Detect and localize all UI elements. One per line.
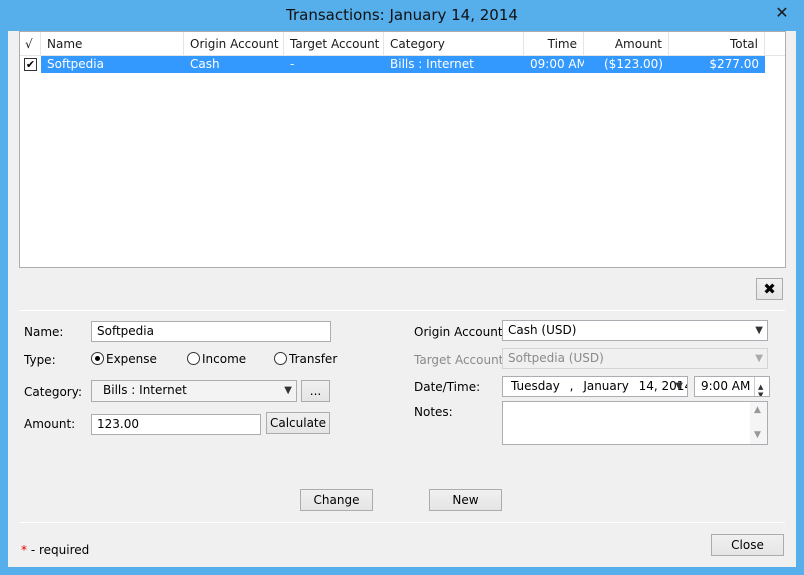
scroll-up-icon[interactable]: ▲ (754, 405, 761, 415)
chevron-down-icon: ▼ (675, 381, 683, 392)
origin-account-value: Cash (USD) (508, 323, 577, 337)
date-weekday: Tuesday (511, 379, 560, 393)
row-amount: ($123.00) (604, 57, 663, 71)
time-value: 9:00 AM (701, 379, 751, 393)
category-value: Bills : Internet (103, 383, 187, 397)
client-area: √ Name Origin Account Target Account Cat… (8, 31, 796, 567)
chevron-down-icon: ▼ (755, 325, 763, 336)
type-label: Type: (24, 353, 56, 367)
category-browse-button[interactable]: ... (301, 380, 330, 402)
column-header-amount[interactable]: Amount (584, 32, 669, 56)
row-target-account: - (290, 57, 295, 71)
date-picker[interactable]: Tuesday , January 14, 2014 ▼ (502, 376, 688, 397)
income-radio[interactable] (187, 352, 200, 365)
name-field[interactable]: Softpedia (91, 321, 331, 342)
divider (19, 522, 785, 523)
column-header-origin-account[interactable]: Origin Account (184, 32, 284, 56)
delete-transaction-button[interactable]: ✖ (756, 278, 783, 300)
notes-field[interactable]: ▲ ▼ (502, 401, 768, 445)
window-close-icon[interactable]: ✕ (768, 2, 796, 24)
income-radio-label[interactable]: Income (202, 352, 246, 366)
row-time: 09:00 AM (530, 57, 584, 71)
target-account-select: Softpedia (USD) ▼ (502, 348, 768, 369)
transfer-radio-label[interactable]: Transfer (289, 352, 337, 366)
close-button[interactable]: Close (711, 534, 784, 556)
transactions-window: Transactions: January 14, 2014 ✕ √ Name … (0, 0, 804, 575)
amount-field[interactable]: 123.00 (91, 414, 261, 435)
chevron-down-icon: ▼ (755, 353, 763, 364)
target-account-label: Target Account: (414, 353, 508, 367)
transactions-grid[interactable]: √ Name Origin Account Target Account Cat… (19, 31, 786, 268)
name-label: Name: (24, 325, 64, 339)
column-header-target-account[interactable]: Target Account (284, 32, 384, 56)
new-button[interactable]: New (429, 489, 502, 511)
date-separator: , (569, 379, 574, 393)
column-header-total[interactable]: Total (669, 32, 765, 56)
expense-radio-label[interactable]: Expense (106, 352, 157, 366)
table-row[interactable]: Softpedia Cash - Bills : Internet 09:00 … (41, 56, 765, 73)
row-origin-account: Cash (190, 57, 220, 71)
transfer-radio[interactable] (274, 352, 287, 365)
expense-radio[interactable] (91, 352, 104, 365)
column-header-name[interactable]: Name (41, 32, 184, 56)
time-picker[interactable]: 9:00 AM ▲ ▼ (694, 376, 770, 397)
datetime-label: Date/Time: (414, 380, 481, 394)
required-text: - required (27, 543, 90, 557)
column-header-category[interactable]: Category (384, 32, 524, 56)
grid-header: √ Name Origin Account Target Account Cat… (20, 32, 785, 56)
divider (19, 310, 785, 311)
date-month: January (583, 379, 629, 393)
window-title: Transactions: January 14, 2014 (286, 6, 518, 24)
title-bar: Transactions: January 14, 2014 ✕ (0, 0, 804, 31)
origin-account-label: Origin Account: (414, 325, 507, 339)
column-header-check[interactable]: √ (20, 32, 41, 56)
notes-scrollbar[interactable]: ▲ ▼ (750, 402, 767, 444)
change-button[interactable]: Change (300, 489, 373, 511)
origin-account-select[interactable]: Cash (USD) ▼ (502, 320, 768, 341)
category-label: Category: (24, 385, 82, 399)
spin-down-icon[interactable]: ▼ (758, 386, 763, 396)
scroll-down-icon[interactable]: ▼ (754, 430, 761, 440)
row-checkbox[interactable]: ✔ (24, 58, 37, 71)
column-header-time[interactable]: Time (524, 32, 584, 56)
category-select[interactable]: Bills : Internet ▼ (91, 380, 297, 402)
target-account-value: Softpedia (USD) (508, 351, 604, 365)
time-spinner[interactable]: ▲ ▼ (754, 377, 769, 396)
notes-label: Notes: (414, 405, 453, 419)
row-name: Softpedia (47, 57, 104, 71)
row-total: $277.00 (709, 57, 759, 71)
chevron-down-icon: ▼ (284, 385, 292, 396)
row-category: Bills : Internet (390, 57, 474, 71)
amount-label: Amount: (24, 417, 76, 431)
required-note: * - required (21, 543, 89, 557)
radio-selected-dot (95, 356, 100, 361)
calculate-button[interactable]: Calculate (266, 412, 330, 434)
